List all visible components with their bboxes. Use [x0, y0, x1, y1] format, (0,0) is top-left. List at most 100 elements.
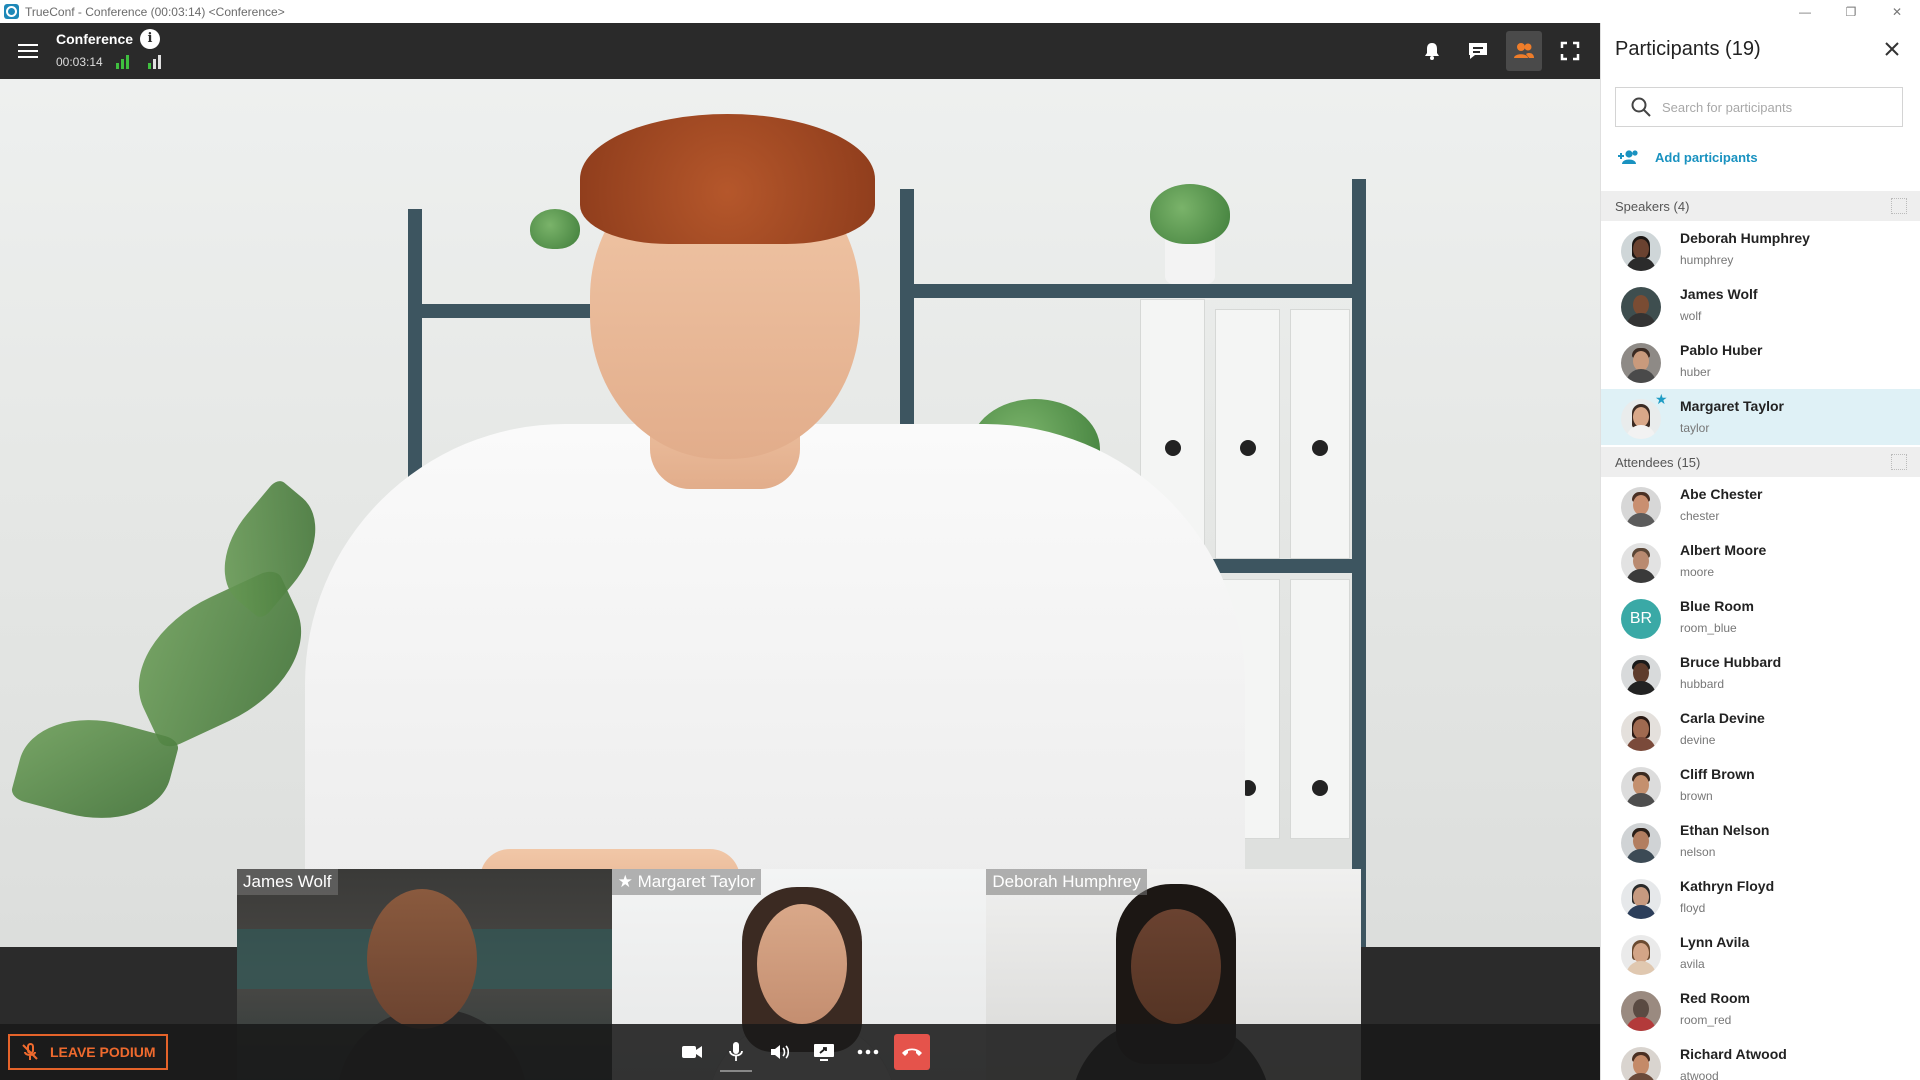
participant-login: humphrey [1680, 253, 1734, 267]
window-title: TrueConf - Conference (00:03:14) <Confer… [25, 4, 285, 19]
avatar [1621, 879, 1661, 919]
participant-login: room_red [1680, 1013, 1732, 1027]
network-signal-icon [116, 55, 132, 69]
thumbnail-label: ★ Margaret Taylor [611, 869, 762, 895]
attendees-header-label: Attendees (15) [1615, 454, 1701, 470]
hang-up-icon [902, 1048, 922, 1056]
close-panel-button[interactable] [1880, 37, 1904, 61]
avatar-initials: BR [1621, 599, 1661, 639]
avatar [1621, 655, 1661, 695]
participant-row[interactable]: Pablo Huber huber [1601, 333, 1920, 389]
video-area: Conference i 00:03:14 James Wolf ★ Marga… [0, 23, 1600, 1080]
participant-row[interactable]: Bruce Hubbard hubbard [1601, 645, 1920, 701]
speaker-icon [771, 1045, 790, 1059]
participant-row[interactable]: Kathryn Floyd floyd [1601, 869, 1920, 925]
binder [1215, 309, 1280, 559]
avatar [1621, 231, 1661, 271]
minimize-button[interactable]: — [1782, 0, 1828, 23]
info-icon[interactable]: i [140, 29, 160, 49]
main-speaker-video[interactable] [0, 79, 1600, 947]
more-options-button[interactable] [850, 1034, 886, 1070]
avatar [1621, 487, 1661, 527]
participant-login: brown [1680, 789, 1713, 803]
speakers-header-label: Speakers (4) [1615, 198, 1690, 214]
quality-signal-icon [148, 55, 164, 69]
menu-icon[interactable] [14, 40, 42, 62]
speaker-button[interactable] [762, 1034, 798, 1070]
participant-row[interactable]: Deborah Humphrey humphrey [1601, 221, 1920, 277]
participant-row[interactable]: James Wolf wolf [1601, 277, 1920, 333]
participant-row-selected[interactable]: ★ Margaret Taylor taylor [1601, 389, 1920, 445]
window-controls: — ❐ ✕ [1782, 0, 1920, 23]
camera-button[interactable] [674, 1034, 710, 1070]
conference-timer: 00:03:14 [56, 55, 103, 69]
binder [1290, 579, 1350, 839]
speakers-section-header[interactable]: Speakers (4) [1601, 191, 1920, 221]
participants-toggle-button[interactable] [1506, 31, 1542, 71]
participant-name: Margaret Taylor [1680, 398, 1784, 414]
panel-title: Participants (19) [1615, 38, 1761, 60]
chat-button[interactable] [1460, 31, 1496, 71]
trueconf-logo-icon [4, 4, 19, 19]
microphone-button[interactable] [718, 1034, 754, 1072]
moderator-star-icon: ★ [1655, 391, 1668, 407]
more-icon [857, 1049, 879, 1055]
speakers-list: Deborah Humphrey humphrey James Wolf wol… [1601, 221, 1920, 445]
participant-row[interactable]: Carla Devine devine [1601, 701, 1920, 757]
participant-name: Richard Atwood [1680, 1046, 1787, 1062]
participants-panel: Participants (19) Add participants Speak… [1600, 23, 1920, 1080]
participant-row[interactable]: Richard Atwood atwood [1601, 1037, 1920, 1080]
leaf [113, 566, 327, 752]
camera-icon [682, 1046, 702, 1058]
participant-login: moore [1680, 565, 1715, 579]
notifications-button[interactable] [1414, 31, 1450, 71]
search-icon [1631, 97, 1651, 117]
participant-name: Carla Devine [1680, 710, 1765, 726]
hang-up-button[interactable] [894, 1034, 930, 1070]
conference-title: Conference [56, 31, 134, 47]
participant-row[interactable]: Ethan Nelson nelson [1601, 813, 1920, 869]
participant-login: nelson [1680, 845, 1716, 859]
participant-row[interactable]: Cliff Brown brown [1601, 757, 1920, 813]
conference-topbar: Conference i 00:03:14 [0, 23, 1600, 79]
share-screen-button[interactable] [806, 1034, 842, 1070]
participant-name: Kathryn Floyd [1680, 878, 1775, 894]
participant-row[interactable]: BR Blue Room room_blue [1601, 589, 1920, 645]
close-icon [1885, 42, 1899, 56]
participant-name: Abe Chester [1680, 486, 1763, 502]
avatar [1621, 287, 1661, 327]
participant-login: devine [1680, 733, 1716, 747]
participant-name: Blue Room [1680, 598, 1754, 614]
fullscreen-icon [1560, 41, 1580, 61]
chat-icon [1469, 43, 1487, 59]
avatar [1621, 991, 1661, 1031]
collapse-icon[interactable] [1891, 454, 1907, 470]
window-titlebar: TrueConf - Conference (00:03:14) <Confer… [0, 0, 1920, 23]
participant-row[interactable]: Abe Chester chester [1601, 477, 1920, 533]
participants-icon [1514, 43, 1534, 58]
participant-login: huber [1680, 365, 1711, 379]
participant-name: Ethan Nelson [1680, 822, 1770, 838]
collapse-icon[interactable] [1891, 198, 1907, 214]
share-screen-icon [814, 1044, 834, 1061]
leave-podium-button[interactable]: LEAVE PODIUM [8, 1034, 168, 1070]
participant-login: atwood [1680, 1069, 1719, 1080]
avatar [1621, 711, 1661, 751]
participant-row[interactable]: Albert Moore moore [1601, 533, 1920, 589]
shelf-board [900, 284, 1366, 298]
close-window-button[interactable]: ✕ [1874, 0, 1920, 23]
participant-row[interactable]: Red Room room_red [1601, 981, 1920, 1037]
plant [1150, 184, 1230, 244]
thumbnail-label: Deborah Humphrey [986, 869, 1147, 895]
restore-button[interactable]: ❐ [1828, 0, 1874, 23]
add-participants-button[interactable]: Add participants [1617, 149, 1758, 165]
attendees-section-header[interactable]: Attendees (15) [1601, 447, 1920, 477]
fullscreen-button[interactable] [1552, 31, 1588, 71]
search-input[interactable] [1662, 99, 1882, 115]
leave-podium-icon [22, 1043, 38, 1060]
participant-login: taylor [1680, 421, 1710, 435]
participant-name: James Wolf [1680, 286, 1758, 302]
bell-icon [1425, 43, 1439, 60]
conference-bottombar: LEAVE PODIUM [0, 1024, 1600, 1080]
participant-row[interactable]: Lynn Avila avila [1601, 925, 1920, 981]
